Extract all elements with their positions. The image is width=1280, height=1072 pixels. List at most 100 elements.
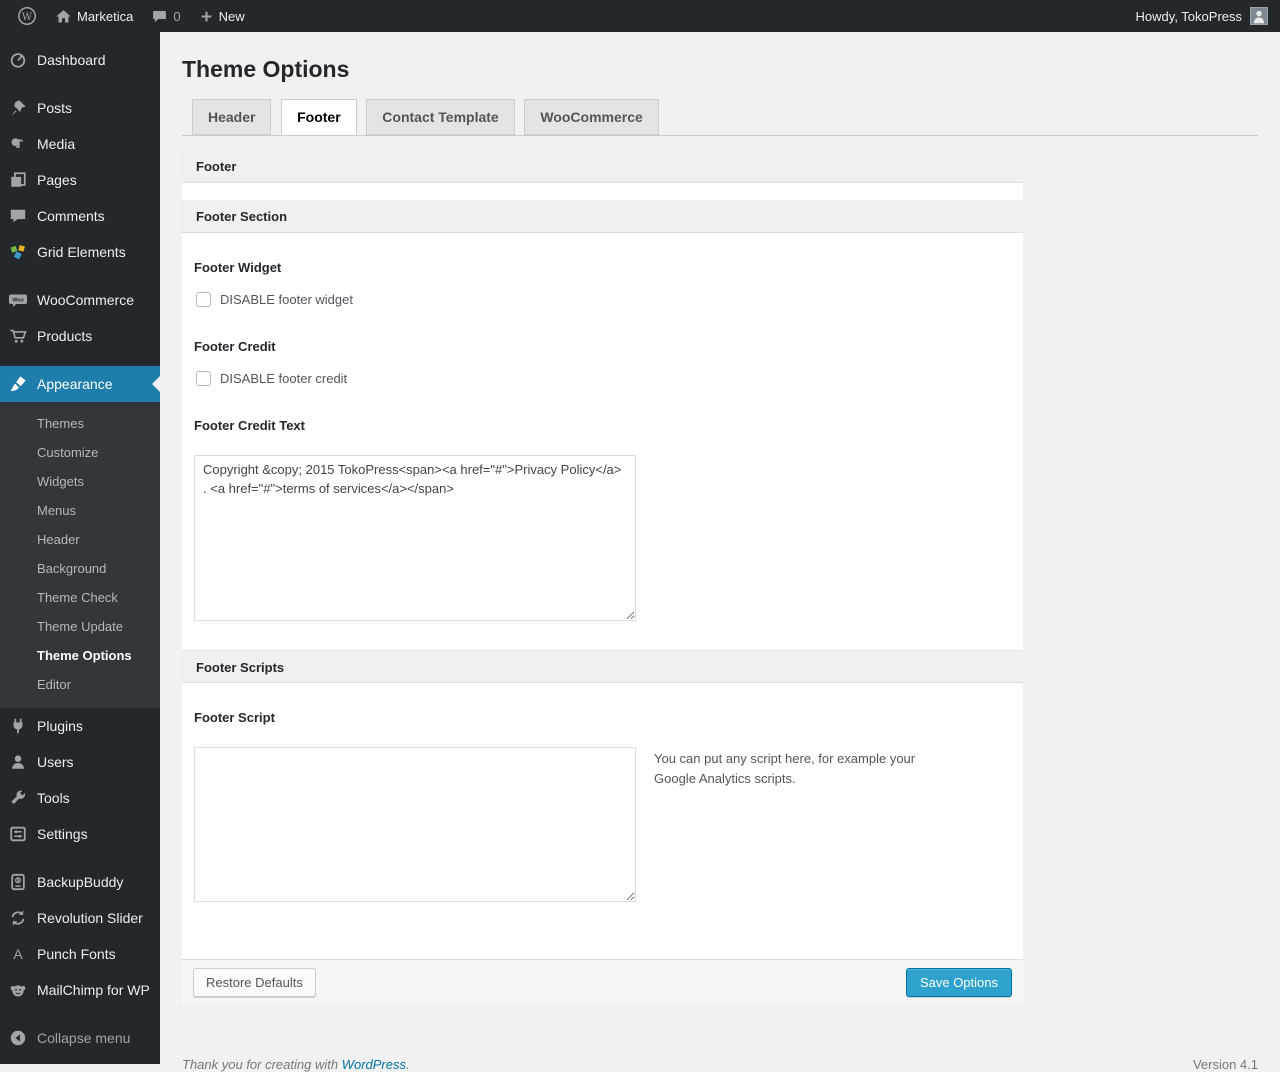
- save-options-button[interactable]: Save Options: [905, 968, 1012, 997]
- tab-footer[interactable]: Footer: [281, 99, 357, 135]
- sidebar-item-dashboard[interactable]: Dashboard: [0, 42, 160, 78]
- pin-icon: [8, 98, 28, 118]
- sidebar-item-label: Dashboard: [37, 52, 106, 68]
- footer-subsection-header: Footer Section: [182, 200, 1023, 233]
- sidebar-item-backupbuddy[interactable]: BackupBuddy: [0, 864, 160, 900]
- wordpress-logo-menu[interactable]: W: [8, 0, 46, 32]
- grid-elements-icon: [8, 242, 28, 262]
- admin-footer: Thank you for creating with WordPress. V…: [182, 1057, 1258, 1072]
- submenu-item-header[interactable]: Header: [0, 525, 160, 554]
- svg-text:Woo: Woo: [12, 298, 24, 304]
- wordpress-link[interactable]: WordPress: [342, 1057, 406, 1072]
- sidebar-item-label: Users: [37, 754, 74, 770]
- sidebar-item-label: Appearance: [37, 376, 113, 392]
- tab-contact-template[interactable]: Contact Template: [366, 99, 515, 135]
- footer-section-header: Footer: [182, 150, 1023, 183]
- backup-drive-icon: [8, 872, 28, 892]
- sidebar-item-mailchimp[interactable]: MailChimp for WP: [0, 972, 160, 1008]
- dashboard-icon: [8, 50, 28, 70]
- disable-footer-widget-label: DISABLE footer widget: [220, 292, 353, 307]
- footer-script-label: Footer Script: [194, 710, 275, 725]
- sidebar-item-woocommerce[interactable]: Woo WooCommerce: [0, 282, 160, 318]
- disable-footer-widget-checkbox[interactable]: [196, 292, 211, 307]
- brush-icon: [8, 374, 28, 394]
- sidebar-item-collapse-menu[interactable]: Collapse menu: [0, 1020, 160, 1056]
- footer-script-hint: You can put any script here, for example…: [654, 751, 916, 786]
- new-label: New: [218, 8, 245, 24]
- admin-sidebar: Dashboard Posts Media Pages Comments Gri…: [0, 32, 160, 1064]
- restore-defaults-button[interactable]: Restore Defaults: [193, 968, 316, 997]
- sidebar-item-tools[interactable]: Tools: [0, 780, 160, 816]
- appearance-submenu: Themes Customize Widgets Menus Header Ba…: [0, 402, 160, 708]
- sidebar-item-posts[interactable]: Posts: [0, 90, 160, 126]
- admin-bar: W Marketica 0 New Howdy, TokoPress: [0, 0, 1280, 32]
- sidebar-item-users[interactable]: Users: [0, 744, 160, 780]
- thanks-prefix: Thank you for creating with: [182, 1057, 342, 1072]
- sidebar-item-appearance[interactable]: Appearance: [0, 366, 160, 402]
- sidebar-item-pages[interactable]: Pages: [0, 162, 160, 198]
- tab-bar: Header Footer Contact Template WooCommer…: [182, 99, 1258, 136]
- panel-action-bar: Restore Defaults Save Options: [182, 959, 1023, 1005]
- collapse-arrow-icon: [8, 1028, 28, 1048]
- media-icon: [8, 134, 28, 154]
- user-icon: [8, 752, 28, 772]
- svg-text:W: W: [22, 12, 33, 23]
- submenu-item-editor[interactable]: Editor: [0, 670, 160, 699]
- sidebar-item-label: Posts: [37, 100, 73, 116]
- thanks-text: Thank you for creating with WordPress.: [182, 1057, 410, 1072]
- sidebar-item-label: MailChimp for WP: [37, 982, 150, 998]
- submenu-item-theme-options[interactable]: Theme Options: [0, 641, 160, 670]
- sidebar-item-plugins[interactable]: Plugins: [0, 708, 160, 744]
- version-label: Version 4.1: [1192, 1057, 1258, 1072]
- disable-footer-credit-label: DISABLE footer credit: [220, 371, 348, 386]
- submenu-item-background[interactable]: Background: [0, 554, 160, 583]
- plug-icon: [8, 716, 28, 736]
- woocommerce-badge-icon: Woo: [8, 290, 28, 310]
- sidebar-item-label: Settings: [37, 826, 88, 842]
- sidebar-item-label: Grid Elements: [37, 244, 126, 260]
- main-content: Theme Options Header Footer Contact Temp…: [160, 32, 1280, 1072]
- sidebar-item-settings[interactable]: Settings: [0, 816, 160, 852]
- tab-header[interactable]: Header: [192, 99, 272, 135]
- account-menu[interactable]: Howdy, TokoPress: [1136, 7, 1268, 25]
- home-icon: [55, 8, 72, 25]
- sidebar-item-label: WooCommerce: [37, 292, 134, 308]
- sidebar-item-label: Comments: [37, 208, 105, 224]
- wordpress-logo-icon: W: [17, 6, 37, 26]
- footer-widget-label: Footer Widget: [194, 260, 282, 275]
- sidebar-item-label: Products: [37, 328, 93, 344]
- footer-script-input[interactable]: [194, 747, 636, 902]
- sidebar-item-label: Pages: [37, 172, 77, 188]
- submenu-item-widgets[interactable]: Widgets: [0, 467, 160, 496]
- comments-admin-item[interactable]: 0: [142, 0, 189, 32]
- submenu-item-menus[interactable]: Menus: [0, 496, 160, 525]
- monkey-icon: [8, 980, 28, 1000]
- comment-count: 0: [173, 8, 181, 24]
- footer-section-body: Footer Widget DISABLE footer widget Foot…: [182, 233, 1023, 650]
- footer-scripts-header: Footer Scripts: [182, 650, 1023, 683]
- tab-woocommerce[interactable]: WooCommerce: [524, 99, 659, 135]
- submenu-item-themes[interactable]: Themes: [0, 409, 160, 438]
- submenu-item-theme-check[interactable]: Theme Check: [0, 583, 160, 612]
- new-content-menu[interactable]: New: [190, 0, 254, 32]
- footer-credit-checkbox-row: DISABLE footer credit: [196, 371, 1009, 386]
- disable-footer-credit-checkbox[interactable]: [196, 371, 211, 386]
- sidebar-item-products[interactable]: Products: [0, 318, 160, 354]
- submenu-item-customize[interactable]: Customize: [0, 438, 160, 467]
- site-name-menu[interactable]: Marketica: [46, 0, 142, 32]
- site-name-label: Marketica: [77, 8, 134, 24]
- footer-credit-text-input[interactable]: Copyright &copy; 2015 TokoPress<span><a …: [194, 455, 636, 621]
- thanks-suffix: .: [406, 1057, 410, 1072]
- sidebar-item-revolution-slider[interactable]: Revolution Slider: [0, 900, 160, 936]
- footer-widget-checkbox-row: DISABLE footer widget: [196, 292, 1009, 307]
- page-title: Theme Options: [182, 56, 350, 82]
- letter-a-icon: A: [13, 946, 23, 962]
- footer-scripts-body: Footer Script You can put any script her…: [182, 683, 1023, 959]
- submenu-item-theme-update[interactable]: Theme Update: [0, 612, 160, 641]
- pages-icon: [8, 170, 28, 190]
- sidebar-item-grid-elements[interactable]: Grid Elements: [0, 234, 160, 270]
- sidebar-item-label: Revolution Slider: [37, 910, 143, 926]
- sidebar-item-comments[interactable]: Comments: [0, 198, 160, 234]
- sidebar-item-punch-fonts[interactable]: A Punch Fonts: [0, 936, 160, 972]
- sidebar-item-media[interactable]: Media: [0, 126, 160, 162]
